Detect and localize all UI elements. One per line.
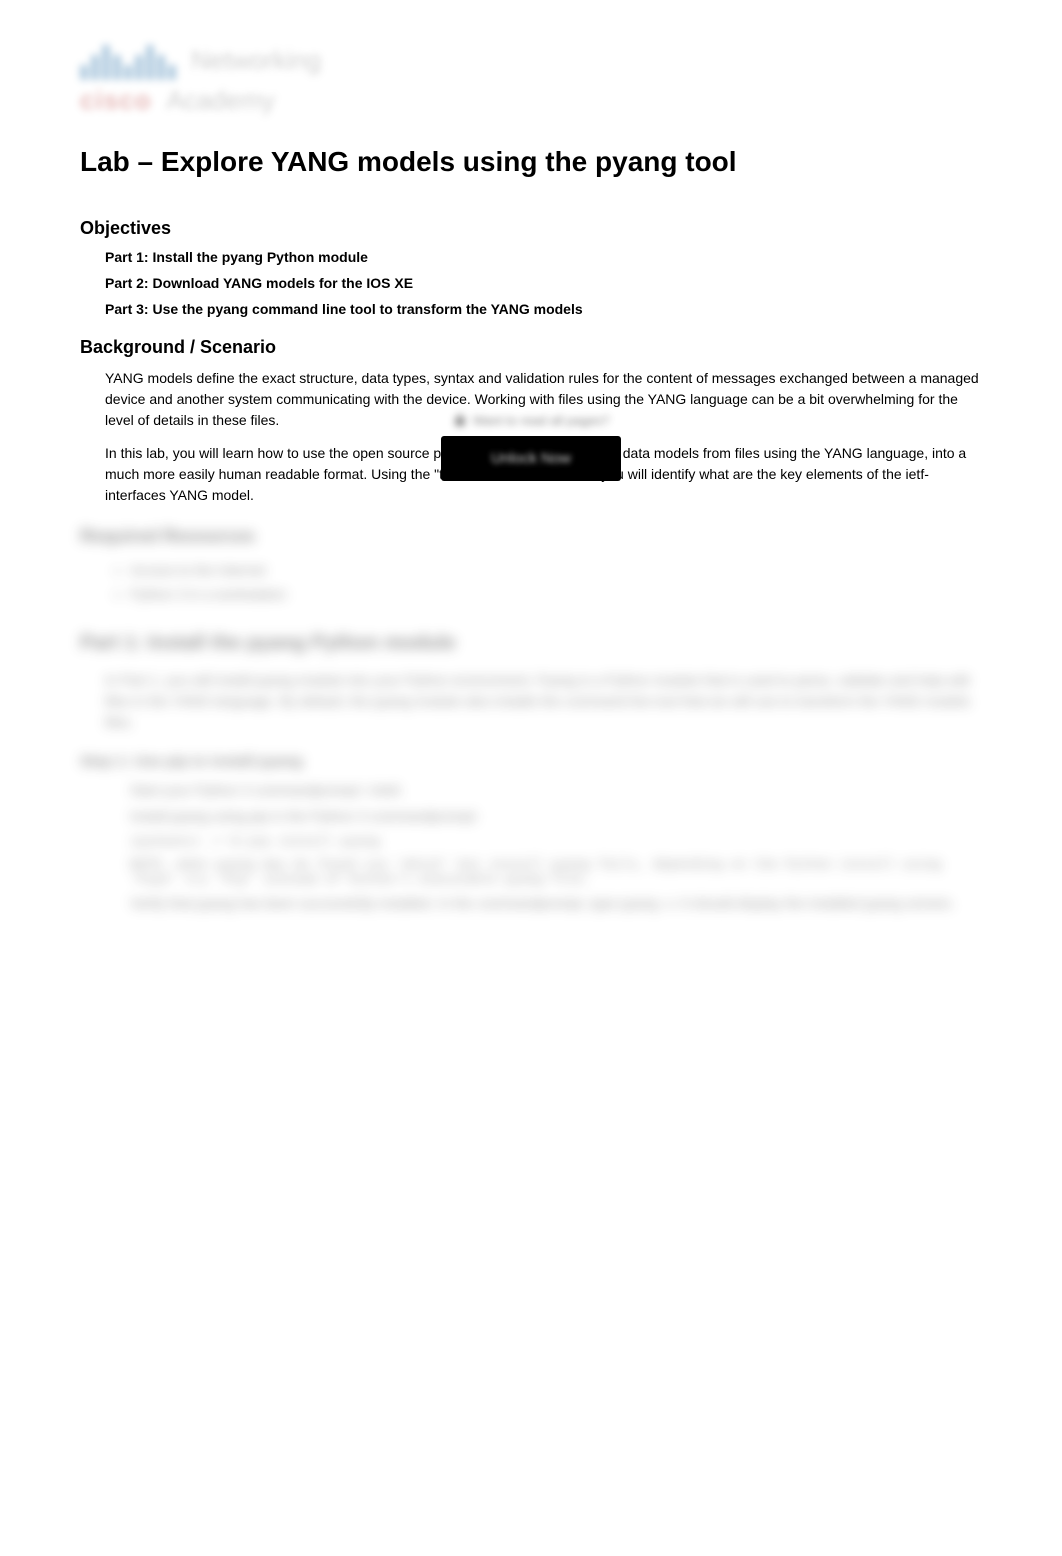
objective-item: Part 3: Use the pyang command line tool … bbox=[105, 301, 982, 317]
logo-networking-text: Networking bbox=[191, 45, 321, 76]
code-line: (py3venv) ~/ $ pip install pyang bbox=[130, 834, 982, 849]
blurred-content: Required Resources Access to the Interne… bbox=[80, 526, 982, 911]
required-resources-heading: Required Resources bbox=[80, 526, 982, 547]
page-title: Lab – Explore YANG models using the pyan… bbox=[80, 146, 982, 178]
part1-paragraph: In Part 1, you will install pyang module… bbox=[105, 670, 982, 733]
unlock-button-label: Unlock Now bbox=[491, 450, 571, 467]
objectives-list: Part 1: Install the pyang Python module … bbox=[105, 249, 982, 317]
lock-icon bbox=[453, 412, 467, 428]
step1-item: Start your Python 3 commandprompt / shel… bbox=[130, 782, 982, 798]
required-item: Python 3 in a workstation bbox=[130, 586, 982, 602]
code-line: NOTE: when pyang may be found via 'which… bbox=[130, 857, 982, 887]
step1-item: Install pyang using pip in the Python 3 … bbox=[130, 808, 982, 824]
cisco-bars-icon bbox=[80, 40, 176, 80]
step1-verify: Verify that pyang has been successfully … bbox=[130, 895, 982, 911]
required-item: Access to the Internet bbox=[130, 562, 982, 578]
background-heading: Background / Scenario bbox=[80, 337, 982, 358]
logo-academy-text: Academy bbox=[167, 85, 275, 116]
objective-item: Part 1: Install the pyang Python module bbox=[105, 249, 982, 265]
unlock-button[interactable]: Unlock Now bbox=[441, 436, 621, 481]
lock-text: Want to read all pages? bbox=[473, 413, 610, 428]
unlock-overlay: Want to read all pages? Unlock Now bbox=[441, 412, 621, 481]
step1-heading: Step 1: Use pip to install pyang bbox=[80, 753, 982, 770]
part1-heading: Part 1: Install the pyang Python module bbox=[80, 632, 982, 655]
logo-area: Networking cisco Academy bbox=[80, 40, 982, 116]
objective-item: Part 2: Download YANG models for the IOS… bbox=[105, 275, 982, 291]
logo-brand-text: cisco bbox=[80, 85, 152, 116]
objectives-heading: Objectives bbox=[80, 218, 982, 239]
